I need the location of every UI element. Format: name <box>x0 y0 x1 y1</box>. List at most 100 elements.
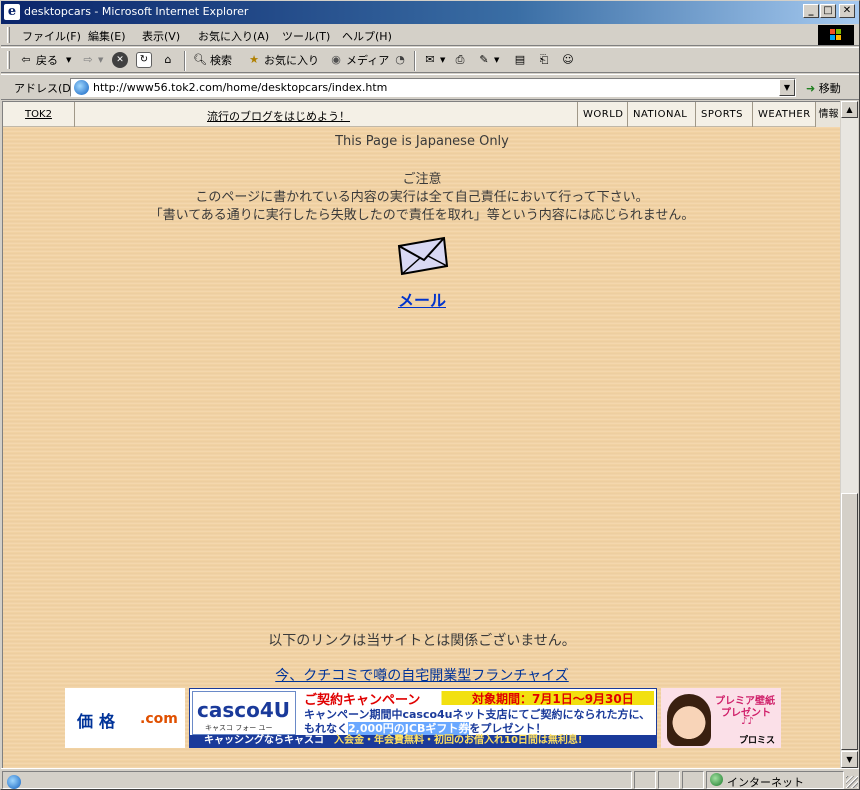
casco-gift-highlight: 2,000円のJCBギフト券 <box>348 722 470 735</box>
casco-offer-suffix: をプレゼント！ <box>469 722 547 735</box>
toolbar-separator <box>184 51 186 71</box>
notice-line-2: 「書いてある通りに実行したら失敗したので責任を取れ」等という内容には応じられませ… <box>149 208 695 223</box>
nav-sports[interactable]: SPORTS <box>695 102 748 127</box>
menu-file[interactable]: ファイル(F) <box>22 28 81 44</box>
edit-button[interactable]: ✎ ▼ <box>476 52 499 68</box>
research-icon: ⎗ <box>539 53 549 66</box>
back-button[interactable]: ⇦ 戻る ▼ <box>18 52 71 68</box>
nav-world[interactable]: WORLD <box>577 102 628 127</box>
casco-offer-prefix: もれなく <box>304 722 348 735</box>
home-button[interactable]: ⌂ <box>160 52 176 68</box>
promise-brand: プロミス <box>739 736 776 746</box>
notice-title: ご注意 <box>402 172 442 187</box>
window-title: desktopcars - Microsoft Internet Explore… <box>24 5 249 18</box>
chevron-down-icon: ▼ <box>783 83 791 92</box>
nav-weather[interactable]: WEATHER <box>752 102 816 127</box>
favorites-folder-icon: ★ <box>249 53 259 66</box>
franchise-link[interactable]: 今、クチコミで噂の自宅開業型フランチャイズ <box>3 665 840 685</box>
envelope-icon[interactable] <box>396 236 450 276</box>
forward-arrow-icon: ⇨ <box>83 53 93 66</box>
vertical-scrollbar[interactable]: ▲ ▼ <box>841 101 858 768</box>
tok2-site-bar: TOK2 流行のブログをはじめよう！ WORLD NATIONAL SPORTS… <box>3 102 840 127</box>
media-button[interactable]: ◉ メディア <box>328 52 389 68</box>
casco-logo-subtext: キャスコ フォー ユー <box>205 724 273 732</box>
go-label: 移動 <box>818 82 841 95</box>
menu-favorites[interactable]: お気に入り(A) <box>198 28 269 44</box>
mail-link[interactable]: メール <box>3 287 840 311</box>
menu-edit[interactable]: 編集(E) <box>88 28 126 44</box>
chevron-down-icon: ▼ <box>66 56 72 64</box>
favorites-label: お気に入り <box>264 54 319 67</box>
research-button[interactable]: ⎗ <box>536 52 552 68</box>
discuss-button[interactable]: ▤ <box>512 52 528 68</box>
media-label: メディア <box>346 54 390 67</box>
close-button[interactable]: ✕ <box>839 4 855 18</box>
print-button[interactable]: ⎙ <box>452 52 468 68</box>
history-button[interactable]: ◔ <box>392 52 408 68</box>
refresh-button[interactable]: ↻ <box>136 52 152 68</box>
address-input[interactable]: http://www56.tok2.com/home/desktopcars/i… <box>70 78 796 97</box>
casco-footer-terms: 入会金・年会費無料・初回のお借入れ10日間は無利息! <box>334 735 583 746</box>
zone-label: インターネット <box>727 776 804 789</box>
minimize-button[interactable]: _ <box>803 4 819 18</box>
go-arrow-icon: ➜ <box>806 82 816 95</box>
scroll-up-button[interactable]: ▲ <box>841 101 858 118</box>
chevron-up-icon: ▲ <box>846 105 853 114</box>
home-icon: ⌂ <box>164 53 172 66</box>
messenger-icon: ☺ <box>562 53 574 66</box>
search-button[interactable]: 🔍︎ 検索 <box>192 52 232 68</box>
address-url[interactable]: http://www56.tok2.com/home/desktopcars/i… <box>93 81 387 94</box>
kakaku-name: 価格 <box>77 712 122 731</box>
external-links-disclaimer: 以下のリンクは当サイトとは関係ございません。 <box>268 633 576 649</box>
standard-toolbar: ⇦ 戻る ▼ ⇨ ▼ ✕ ↻ ⌂ 🔍︎ 検索 ★ お気に入り ◉ メディア ◔ … <box>0 47 860 73</box>
nav-national[interactable]: NATIONAL <box>627 102 692 127</box>
history-icon: ◔ <box>395 53 405 66</box>
mail-button[interactable]: ✉ ▼ <box>422 52 445 68</box>
scroll-thumb[interactable] <box>841 493 858 750</box>
stop-icon: ✕ <box>112 52 128 68</box>
blog-promo-link[interactable]: 流行のブログをはじめよう！ <box>207 108 350 124</box>
kakaku-com-ad-banner[interactable]: 価格 .com <box>65 688 185 748</box>
ie-logo-icon: e <box>4 4 20 20</box>
title-bar[interactable]: e desktopcars - Microsoft Internet Explo… <box>0 0 860 24</box>
resize-grip[interactable] <box>846 776 858 788</box>
chevron-down-icon: ▼ <box>98 56 104 64</box>
messenger-button[interactable]: ☺ <box>560 52 576 68</box>
kakaku-suffix: .com <box>140 711 178 727</box>
search-icon: 🔍︎ <box>193 53 207 66</box>
favorites-button[interactable]: ★ お気に入り <box>246 52 319 68</box>
page-viewport: TOK2 流行のブログをはじめよう！ WORLD NATIONAL SPORTS… <box>2 101 840 768</box>
casco-campaign-period: 対象期間：7月1日〜9月30日 <box>472 692 634 706</box>
menu-bar: ファイル(F) 編集(E) 表示(V) お気に入り(A) ツール(T) ヘルプ(… <box>0 24 860 46</box>
casco-ad-banner[interactable]: casco4U キャスコ フォー ユー ご契約キャンペーン 対象期間：7月1日〜… <box>189 688 657 748</box>
stop-button[interactable]: ✕ <box>112 52 128 68</box>
toolbar-grip[interactable] <box>7 51 10 69</box>
menu-view[interactable]: 表示(V) <box>142 28 180 44</box>
chevron-down-icon: ▼ <box>494 56 500 64</box>
status-panel <box>658 771 680 789</box>
maximize-button[interactable]: □ <box>820 4 836 18</box>
toolbar-grip[interactable] <box>7 27 10 43</box>
toolbar-separator <box>414 51 416 71</box>
ie-page-icon <box>74 80 89 95</box>
tok2-link[interactable]: TOK2 <box>3 102 75 127</box>
scroll-down-button[interactable]: ▼ <box>841 751 858 768</box>
refresh-icon: ↻ <box>136 52 152 68</box>
printer-icon: ⎙ <box>455 53 465 66</box>
go-button[interactable]: ➜ 移動 <box>806 80 841 96</box>
promise-music-notes: ♪♪ <box>741 716 754 727</box>
model-photo <box>667 694 711 746</box>
discuss-icon: ▤ <box>514 53 526 66</box>
internet-zone-icon <box>710 773 723 786</box>
forward-button[interactable]: ⇨ ▼ <box>80 52 103 68</box>
menu-tools[interactable]: ツール(T) <box>282 28 330 44</box>
address-label: アドレス(D) <box>14 82 76 95</box>
menu-help[interactable]: ヘルプ(H) <box>342 28 392 44</box>
status-panel <box>634 771 656 789</box>
status-bar: インターネット <box>0 768 860 790</box>
promise-ad-banner[interactable]: プレミア壁紙 プレゼント ♪♪ プロミス <box>661 688 781 748</box>
address-dropdown-button[interactable]: ▼ <box>779 79 795 96</box>
notice-line-1: このページに書かれている内容の実行は全て自己責任において行って下さい。 <box>195 190 649 205</box>
windows-logo-icon <box>818 25 854 45</box>
info-button[interactable]: 情報 <box>815 102 840 127</box>
